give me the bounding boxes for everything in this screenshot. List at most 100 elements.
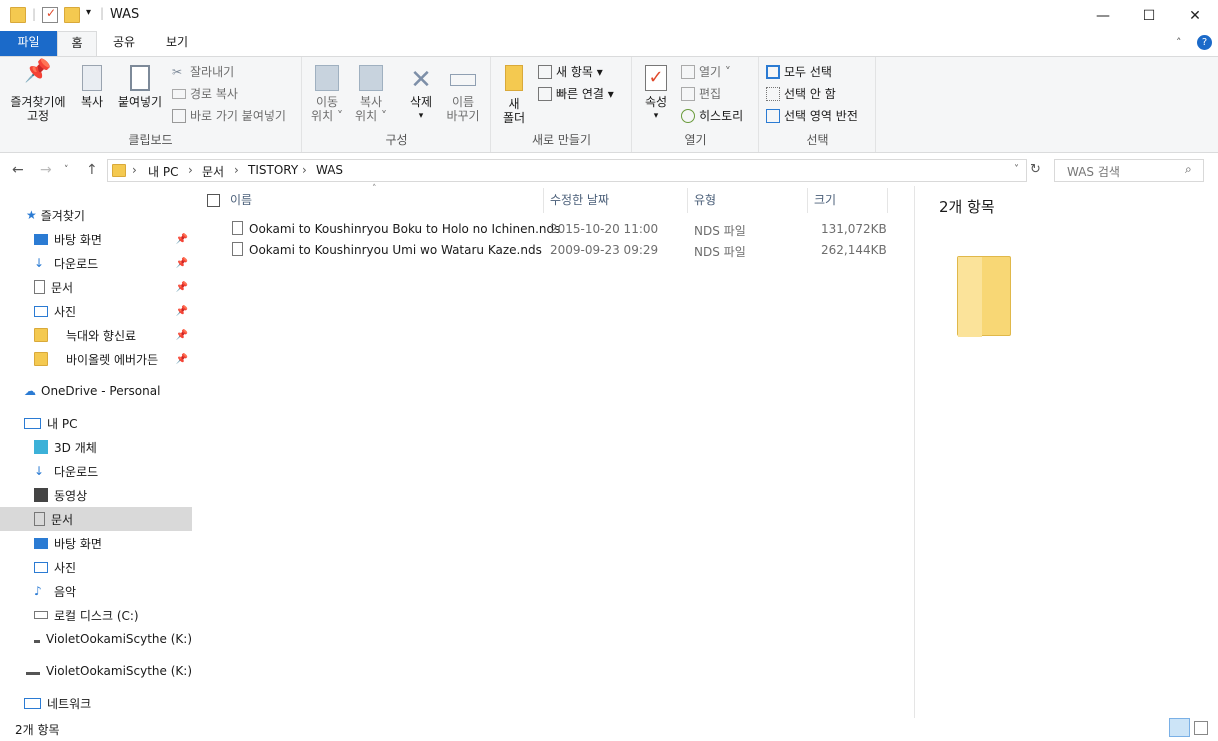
nav-pinned-folder-1[interactable]: 늑대와 향신료 📌 <box>0 323 192 347</box>
recent-locations-icon[interactable]: ˅ <box>64 165 69 175</box>
address-dropdown-icon[interactable]: ˅ <box>1014 164 1019 175</box>
forward-icon[interactable]: → <box>40 162 52 178</box>
tab-file[interactable]: 파일 <box>0 31 57 56</box>
tab-home[interactable]: 홈 <box>57 31 97 56</box>
document-icon <box>34 512 45 526</box>
file-name: Ookami to Koushinryou Boku to Holo no Ic… <box>249 222 561 236</box>
minimize-button[interactable]: — <box>1080 0 1126 31</box>
tab-view[interactable]: 보기 <box>152 31 202 56</box>
easy-access-button[interactable]: 빠른 연결 ▾ <box>538 85 614 102</box>
select-all-button[interactable]: 모두 선택 <box>766 63 832 80</box>
computer-icon <box>24 417 41 429</box>
picture-icon <box>34 561 48 573</box>
usb-drive-icon <box>34 635 40 643</box>
ribbon-tabs: 파일 홈 공유 보기 ˄ ? <box>0 31 1218 56</box>
paste-shortcut-button[interactable]: 바로 가기 붙여넣기 <box>172 107 286 124</box>
new-folder-icon <box>505 65 523 91</box>
copy-to-button[interactable]: 복사 위치 ˅ <box>351 65 391 123</box>
nav-pictures[interactable]: 사진 <box>0 555 192 579</box>
local-disk-icon <box>34 611 48 619</box>
search-icon[interactable]: ⌕ <box>1185 162 1192 177</box>
delete-button[interactable]: ✕ 삭제 ▾ <box>401 65 441 123</box>
folder-icon <box>34 328 48 342</box>
large-icons-view-icon[interactable] <box>1194 721 1208 735</box>
desktop-icon <box>34 537 48 549</box>
breadcrumb-tistory[interactable]: TISTORY <box>248 163 298 177</box>
nav-usb-drive[interactable]: VioletOokamiScythe (K:) <box>0 627 192 651</box>
tab-share[interactable]: 공유 <box>102 31 146 56</box>
nav-downloads[interactable]: ↓ 다운로드 <box>0 459 192 483</box>
column-name[interactable]: 이름 <box>224 188 544 213</box>
refresh-icon[interactable]: ↻ <box>1030 162 1041 177</box>
copy-path-button[interactable]: 경로 복사 <box>172 85 238 102</box>
maximize-button[interactable]: ☐ <box>1126 0 1172 31</box>
file-modified: 2015-10-20 11:00 <box>550 222 659 236</box>
cut-button[interactable]: ✂ 잘라내기 <box>172 63 234 80</box>
nav-onedrive[interactable]: ☁ OneDrive - Personal <box>0 379 192 403</box>
nav-pinned-pictures[interactable]: 사진 📌 <box>0 299 192 323</box>
file-type: NDS 파일 <box>694 245 746 259</box>
search-box[interactable]: WAS 검색 ⌕ <box>1054 159 1204 182</box>
nav-network[interactable]: 네트워크 <box>0 691 192 715</box>
help-icon[interactable]: ? <box>1197 35 1212 50</box>
scissors-icon: ✂ <box>172 64 183 79</box>
up-icon[interactable]: ↑ <box>86 162 98 178</box>
details-view-icon[interactable] <box>1169 718 1190 737</box>
details-pane: 2개 항목 <box>914 186 1218 718</box>
new-folder-button[interactable]: 새 폴더 <box>498 65 530 125</box>
file-type: NDS 파일 <box>694 224 746 238</box>
history-button[interactable]: 히스토리 <box>681 107 743 124</box>
breadcrumb-this-pc[interactable]: 내 PC <box>148 163 178 180</box>
nav-this-pc[interactable]: 내 PC <box>0 411 192 435</box>
nav-pinned-desktop[interactable]: 바탕 화면 📌 <box>0 227 192 251</box>
nav-desktop[interactable]: 바탕 화면 <box>0 531 192 555</box>
nav-3d-objects[interactable]: 3D 개체 <box>0 435 192 459</box>
nav-local-disk[interactable]: 로컬 디스크 (C:) <box>0 603 192 627</box>
properties-dropdown-icon[interactable]: ▾ <box>639 109 673 123</box>
breadcrumb-was[interactable]: WAS <box>316 163 343 177</box>
new-group-label: 새로 만들기 <box>531 133 591 147</box>
pin-icon: 📌 <box>175 353 188 365</box>
move-to-button[interactable]: 이동 위치 ˅ <box>307 65 347 123</box>
open-button[interactable]: 열기 ˅ <box>681 63 731 80</box>
edit-button[interactable]: 편집 <box>681 85 721 102</box>
select-group-label: 선택 <box>806 133 829 147</box>
properties-quick-icon[interactable]: ✓ <box>42 6 58 23</box>
address-bar[interactable]: › 내 PC › 문서 › TISTORY › WAS ˅ <box>107 159 1027 182</box>
nav-pinned-downloads[interactable]: ↓ 다운로드 📌 <box>0 251 192 275</box>
close-button[interactable]: ✕ <box>1172 0 1218 31</box>
nav-quick-access[interactable]: ★ 즐겨찾기 <box>0 203 192 227</box>
cloud-icon: ☁ <box>24 384 36 398</box>
properties-button[interactable]: ✓ 속성 ▾ <box>639 65 673 123</box>
customize-quick-access-icon[interactable]: ▾ <box>86 7 91 18</box>
file-row[interactable]: Ookami to Koushinryou Boku to Holo no Ic… <box>225 219 895 240</box>
pin-icon: 📌 <box>175 257 188 269</box>
delete-dropdown-icon[interactable]: ▾ <box>401 109 441 123</box>
status-bar: 2개 항목 <box>0 717 1218 741</box>
nav-documents[interactable]: 문서 <box>0 507 192 531</box>
column-size[interactable]: 크기 <box>808 188 888 213</box>
search-input-placeholder[interactable]: WAS 검색 <box>1067 163 1120 180</box>
select-all-checkbox[interactable] <box>207 194 220 207</box>
rename-button[interactable]: 이름 바꾸기 <box>443 65 483 123</box>
breadcrumb-documents[interactable]: 문서 <box>202 163 224 180</box>
copy-button[interactable]: 복사 <box>74 65 110 109</box>
pin-to-quick-access-button[interactable]: 📌 즐겨찾기에 고정 <box>4 61 72 124</box>
back-icon[interactable]: ← <box>12 162 24 178</box>
collapse-ribbon-icon[interactable]: ˄ <box>1176 36 1182 49</box>
nav-pinned-folder-2[interactable]: 바이올렛 에버가든 📌 <box>0 347 192 371</box>
nav-videos[interactable]: 동영상 <box>0 483 192 507</box>
star-icon: ★ <box>26 208 37 222</box>
select-none-button[interactable]: 선택 안 함 <box>766 85 836 102</box>
file-row[interactable]: Ookami to Koushinryou Umi wo Wataru Kaze… <box>225 240 895 261</box>
paste-button[interactable]: 붙여넣기 <box>114 65 166 109</box>
column-type[interactable]: 유형 <box>688 188 808 213</box>
nav-pinned-documents[interactable]: 문서 📌 <box>0 275 192 299</box>
nav-music[interactable]: ♪ 음악 <box>0 579 192 603</box>
copy-path-icon <box>172 88 186 99</box>
invert-selection-button[interactable]: 선택 영역 반전 <box>766 107 858 124</box>
nav-drive[interactable]: VioletOokamiScythe (K:) <box>0 659 192 683</box>
new-item-button[interactable]: 새 항목 ▾ <box>538 63 603 80</box>
column-modified[interactable]: 수정한 날짜 <box>544 188 688 213</box>
new-folder-quick-icon[interactable] <box>64 7 80 23</box>
